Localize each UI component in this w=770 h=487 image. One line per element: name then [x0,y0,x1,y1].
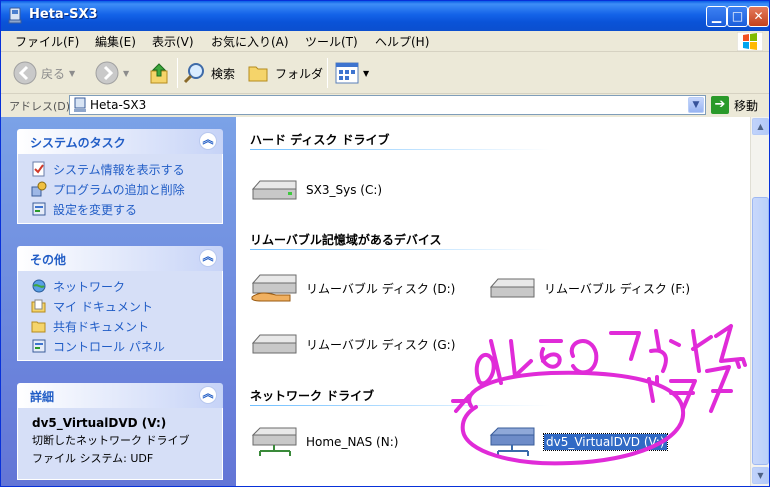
collapse-chevron-icon[interactable]: ︽ [199,132,217,150]
search-button[interactable]: 検索 [183,60,235,86]
computer-icon [8,7,22,24]
window-title: Heta-SX3 [29,7,98,22]
hard-drive-icon [251,180,297,200]
drive-item[interactable]: リムーバブル ディスク (G:) [250,327,455,361]
task-view-system-info[interactable]: システム情報を表示する [18,159,222,179]
address-text: Heta-SX3 [90,98,147,112]
up-folder-button[interactable] [149,60,171,86]
other-places-header[interactable]: その他 ︽ [17,246,223,271]
go-label: 移動 [734,98,759,113]
address-bar: アドレス(D) Heta-SX3 ▼ ➔ 移動 [1,94,769,116]
toolbar-separator [327,58,328,88]
address-input[interactable]: Heta-SX3 ▼ [69,95,706,115]
add-remove-programs-icon [31,181,47,197]
go-arrow-icon: ➔ [711,96,729,114]
vertical-scrollbar[interactable]: ▲ ▼ [750,117,769,486]
other-places-panel: その他 ︽ ネットワーク マイ ドキュメント 共有ドキュメント コントロール パ… [17,246,223,361]
task-pane: システムのタスク ︽ システム情報を表示する プログラムの追加と削除 設定を変更… [1,117,236,486]
forward-dropdown-icon[interactable]: ▼ [123,69,129,78]
task-add-remove-programs[interactable]: プログラムの追加と削除 [18,179,222,199]
toolbar-separator [177,58,178,88]
removable-disk-icon [251,334,297,354]
title-bar[interactable]: Heta-SX3 ▁ □ ✕ [1,1,769,31]
network-drive-icon [251,427,297,456]
drive-item[interactable]: SX3_Sys (C:) [250,173,382,207]
details-name: dv5_VirtualDVD (V:) [32,416,167,430]
details-panel: 詳細 ︽ dv5_VirtualDVD (V:) 切断したネットワーク ドライブ… [17,383,223,480]
removable-disk-icon [489,278,535,298]
explorer-window: Heta-SX3 ▁ □ ✕ ファイル(F) 編集(E) 表示(V) お気に入り… [0,0,770,487]
toolbar: 戻る ▼ ▼ 検索 フォルダ ▼ [1,52,769,94]
place-control-panel[interactable]: コントロール パネル [18,336,222,356]
control-panel-icon [32,202,46,216]
close-button[interactable]: ✕ [748,6,769,27]
views-dropdown-icon[interactable]: ▼ [363,69,369,78]
details-type: 切断したネットワーク ドライブ [32,434,190,447]
shared-folder-icon [31,321,46,333]
control-panel-icon [32,339,46,353]
folders-button[interactable]: フォルダ [247,60,323,86]
views-icon [335,62,359,84]
scroll-up-button[interactable]: ▲ [752,118,769,135]
network-globe-icon [32,279,46,293]
scroll-down-button[interactable]: ▼ [752,467,769,484]
group-header-network: ネットワーク ドライブ [250,387,740,406]
group-header-removable: リムーバブル記憶域があるデバイス [250,231,740,250]
system-tasks-header[interactable]: システムのタスク ︽ [17,129,223,154]
system-info-icon [32,161,45,177]
drive-item[interactable]: リムーバブル ディスク (D:) [250,271,455,305]
group-header-hdd: ハード ディスク ドライブ [250,131,740,150]
collapse-chevron-icon[interactable]: ︽ [199,386,217,404]
search-icon [183,63,204,84]
menu-help[interactable]: ヘルプ(H) [375,33,429,50]
drive-item[interactable]: リムーバブル ディスク (F:) [488,271,690,305]
minimize-button[interactable]: ▁ [706,6,727,27]
shared-removable-disk-icon [251,274,297,302]
system-tasks-panel: システムのタスク ︽ システム情報を表示する プログラムの追加と削除 設定を変更… [17,129,223,224]
go-button[interactable]: ➔ 移動 [711,96,758,114]
collapse-chevron-icon[interactable]: ︽ [199,249,217,267]
address-dropdown-icon[interactable]: ▼ [688,97,704,113]
menu-file[interactable]: ファイル(F) [15,33,79,50]
maximize-button[interactable]: □ [727,6,748,27]
address-label: アドレス(D) [9,100,71,113]
views-button[interactable]: ▼ [335,60,369,86]
windows-logo-icon [737,32,763,51]
scroll-thumb[interactable] [752,197,769,465]
place-network[interactable]: ネットワーク [18,276,222,296]
menu-edit[interactable]: 編集(E) [95,33,136,50]
back-button[interactable]: 戻る ▼ [13,60,75,86]
forward-arrow-icon [95,61,119,85]
up-folder-icon [150,63,168,84]
forward-button[interactable]: ▼ [95,60,129,86]
place-my-documents[interactable]: マイ ドキュメント [18,296,222,316]
computer-icon [74,97,86,112]
folder-icon [248,66,268,82]
back-dropdown-icon[interactable]: ▼ [69,69,75,78]
task-change-settings[interactable]: 設定を変更する [18,199,222,219]
menu-bar: ファイル(F) 編集(E) 表示(V) お気に入り(A) ツール(T) ヘルプ(… [1,31,769,52]
details-header[interactable]: 詳細 ︽ [17,383,223,408]
drive-item[interactable]: Home_NAS (N:) [250,425,398,459]
drive-list-pane: ハード ディスク ドライブ SX3_Sys (C:) リムーバブル記憶域があるデ… [236,117,750,486]
my-documents-icon [31,299,46,313]
drive-item-selected[interactable]: dv5_VirtualDVD (V:) [488,425,668,459]
place-shared-documents[interactable]: 共有ドキュメント [18,316,222,336]
disconnected-network-drive-icon [489,427,535,456]
details-filesystem: ファイル システム: UDF [32,452,154,465]
menu-view[interactable]: 表示(V) [152,33,194,50]
back-arrow-icon [13,61,37,85]
menu-favorites[interactable]: お気に入り(A) [211,33,289,50]
menu-tools[interactable]: ツール(T) [305,33,358,50]
